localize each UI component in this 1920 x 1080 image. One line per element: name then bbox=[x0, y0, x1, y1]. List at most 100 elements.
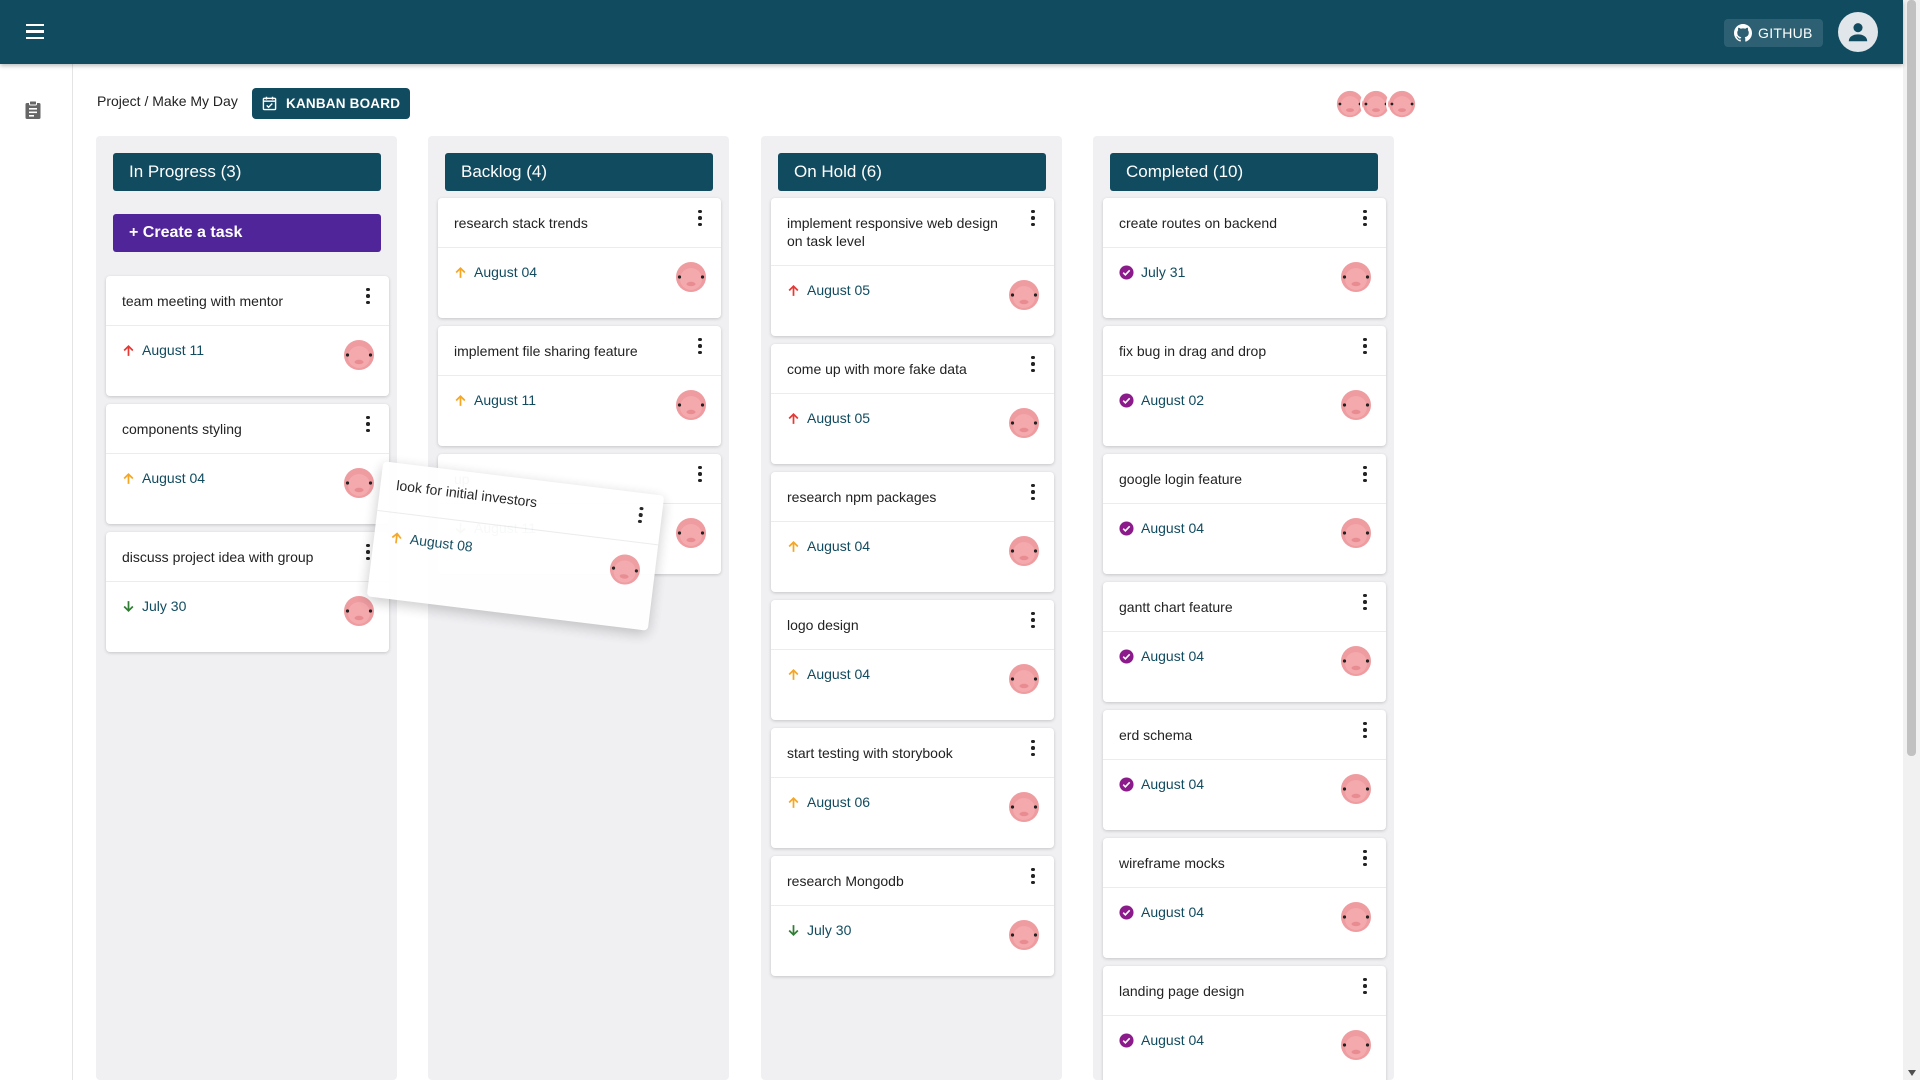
assignee-avatar[interactable] bbox=[1340, 901, 1372, 938]
arrow-down-icon bbox=[787, 924, 800, 937]
more-vert-icon[interactable] bbox=[1024, 610, 1042, 630]
github-icon bbox=[1734, 24, 1752, 42]
assignee-avatar[interactable] bbox=[1008, 663, 1040, 700]
check-circle-icon bbox=[1119, 264, 1134, 280]
more-vert-icon[interactable] bbox=[1356, 208, 1374, 228]
arrow-up-icon bbox=[389, 530, 403, 544]
task-footer: August 04 bbox=[1103, 632, 1386, 702]
pig-avatar-icon[interactable] bbox=[1386, 88, 1418, 120]
more-vert-icon[interactable] bbox=[1356, 976, 1374, 996]
task-footer: July 31 bbox=[1103, 248, 1386, 318]
check-circle-icon bbox=[1119, 776, 1134, 792]
task-title: logo design bbox=[771, 600, 1054, 650]
assignee-avatar[interactable] bbox=[343, 339, 375, 376]
assignee-avatar[interactable] bbox=[1008, 919, 1040, 956]
task-card[interactable]: come up with more fake data August 05 bbox=[771, 344, 1054, 464]
task-card[interactable]: implement file sharing feature August 11 bbox=[438, 326, 721, 446]
task-card[interactable]: google login feature August 04 bbox=[1103, 454, 1386, 574]
more-vert-icon[interactable] bbox=[359, 286, 377, 306]
task-footer: August 02 bbox=[1103, 376, 1386, 446]
assignee-avatar[interactable] bbox=[1340, 645, 1372, 682]
menu-icon[interactable] bbox=[22, 20, 48, 44]
check-circle-icon bbox=[1119, 520, 1134, 536]
page-scrollbar[interactable] bbox=[1903, 0, 1920, 1080]
task-card[interactable]: implement responsive web design on task … bbox=[771, 198, 1054, 336]
more-vert-icon[interactable] bbox=[1356, 720, 1374, 740]
task-due-date: July 30 bbox=[122, 598, 186, 614]
account-avatar-button[interactable] bbox=[1838, 12, 1878, 52]
assignee-avatar[interactable] bbox=[343, 595, 375, 632]
clipboard-icon[interactable] bbox=[24, 100, 42, 120]
more-vert-icon[interactable] bbox=[1024, 738, 1042, 758]
assignee-avatar[interactable] bbox=[675, 389, 707, 426]
assignee-avatar[interactable] bbox=[343, 467, 375, 504]
more-vert-icon[interactable] bbox=[1024, 482, 1042, 502]
task-date-label: August 04 bbox=[807, 538, 871, 554]
task-title: fix bug in drag and drop bbox=[1103, 326, 1386, 376]
task-date-label: August 04 bbox=[1141, 648, 1205, 664]
task-footer: July 30 bbox=[106, 582, 389, 652]
task-card[interactable]: wireframe mocks August 04 bbox=[1103, 838, 1386, 958]
assignee-avatar[interactable] bbox=[675, 517, 707, 554]
scroll-down-arrow-icon[interactable] bbox=[1908, 1070, 1916, 1076]
column-header: Backlog (4) bbox=[445, 153, 713, 191]
task-title: gantt chart feature bbox=[1103, 582, 1386, 632]
assignee-avatar[interactable] bbox=[1340, 1029, 1372, 1066]
assignee-avatar[interactable] bbox=[1008, 407, 1040, 444]
task-card[interactable]: team meeting with mentor August 11 bbox=[106, 276, 389, 396]
create-task-button[interactable]: + Create a task bbox=[113, 214, 381, 252]
task-card[interactable]: research Mongodb July 30 bbox=[771, 856, 1054, 976]
arrow-up-icon bbox=[122, 344, 135, 357]
task-card[interactable]: fix bug in drag and drop August 02 bbox=[1103, 326, 1386, 446]
more-vert-icon[interactable] bbox=[691, 336, 709, 356]
assignee-avatar[interactable] bbox=[675, 261, 707, 298]
task-title: team meeting with mentor bbox=[106, 276, 389, 326]
task-card[interactable]: create routes on backend July 31 bbox=[1103, 198, 1386, 318]
task-title: erd schema bbox=[1103, 710, 1386, 760]
task-card[interactable]: erd schema August 04 bbox=[1103, 710, 1386, 830]
assignee-avatar[interactable] bbox=[1340, 773, 1372, 810]
more-vert-icon[interactable] bbox=[1356, 848, 1374, 868]
task-card[interactable]: start testing with storybook August 06 bbox=[771, 728, 1054, 848]
task-card[interactable]: research npm packages August 04 bbox=[771, 472, 1054, 592]
task-card[interactable]: discuss project idea with group July 30 bbox=[106, 532, 389, 652]
task-card[interactable]: components styling August 04 bbox=[106, 404, 389, 524]
more-vert-icon[interactable] bbox=[1356, 592, 1374, 612]
kanban-board-button[interactable]: KANBAN BOARD bbox=[252, 88, 411, 119]
assignee-avatar[interactable] bbox=[1008, 279, 1040, 316]
task-card[interactable]: logo design August 04 bbox=[771, 600, 1054, 720]
assignee-avatar[interactable] bbox=[1340, 389, 1372, 426]
scrollbar-thumb[interactable] bbox=[1907, 0, 1916, 756]
task-title: landing page design bbox=[1103, 966, 1386, 1016]
more-vert-icon[interactable] bbox=[1356, 336, 1374, 356]
assignee-avatar[interactable] bbox=[1008, 791, 1040, 828]
task-footer: August 04 bbox=[771, 522, 1054, 592]
arrow-up-icon bbox=[787, 796, 800, 809]
more-vert-icon[interactable] bbox=[691, 208, 709, 228]
task-date-label: July 30 bbox=[807, 922, 852, 938]
more-vert-icon[interactable] bbox=[1024, 866, 1042, 886]
task-due-date: August 04 bbox=[787, 666, 870, 682]
task-card[interactable]: landing page design August 04 bbox=[1103, 966, 1386, 1080]
arrow-up-icon bbox=[454, 394, 467, 407]
column-header: In Progress (3) bbox=[113, 153, 381, 191]
more-vert-icon[interactable] bbox=[1024, 208, 1042, 228]
assignee-avatar[interactable] bbox=[1340, 261, 1372, 298]
assignee-avatar[interactable] bbox=[607, 552, 643, 593]
more-vert-icon[interactable] bbox=[1356, 464, 1374, 484]
more-vert-icon[interactable] bbox=[359, 414, 377, 434]
more-vert-icon[interactable] bbox=[691, 464, 709, 484]
task-date-label: August 06 bbox=[807, 794, 871, 810]
more-vert-icon[interactable] bbox=[631, 504, 651, 526]
assignee-avatar[interactable] bbox=[1008, 535, 1040, 572]
kanban-column: In Progress (3) + Create a task team meeti… bbox=[96, 136, 397, 1080]
task-date-label: July 31 bbox=[1141, 264, 1186, 280]
column-header: On Hold (6) bbox=[778, 153, 1046, 191]
github-button[interactable]: GITHUB bbox=[1724, 19, 1823, 47]
task-date-label: August 11 bbox=[142, 342, 205, 358]
more-vert-icon[interactable] bbox=[1024, 354, 1042, 374]
task-due-date: August 11 bbox=[454, 392, 536, 408]
assignee-avatar[interactable] bbox=[1340, 517, 1372, 554]
task-card[interactable]: gantt chart feature August 04 bbox=[1103, 582, 1386, 702]
task-card[interactable]: research stack trends August 04 bbox=[438, 198, 721, 318]
